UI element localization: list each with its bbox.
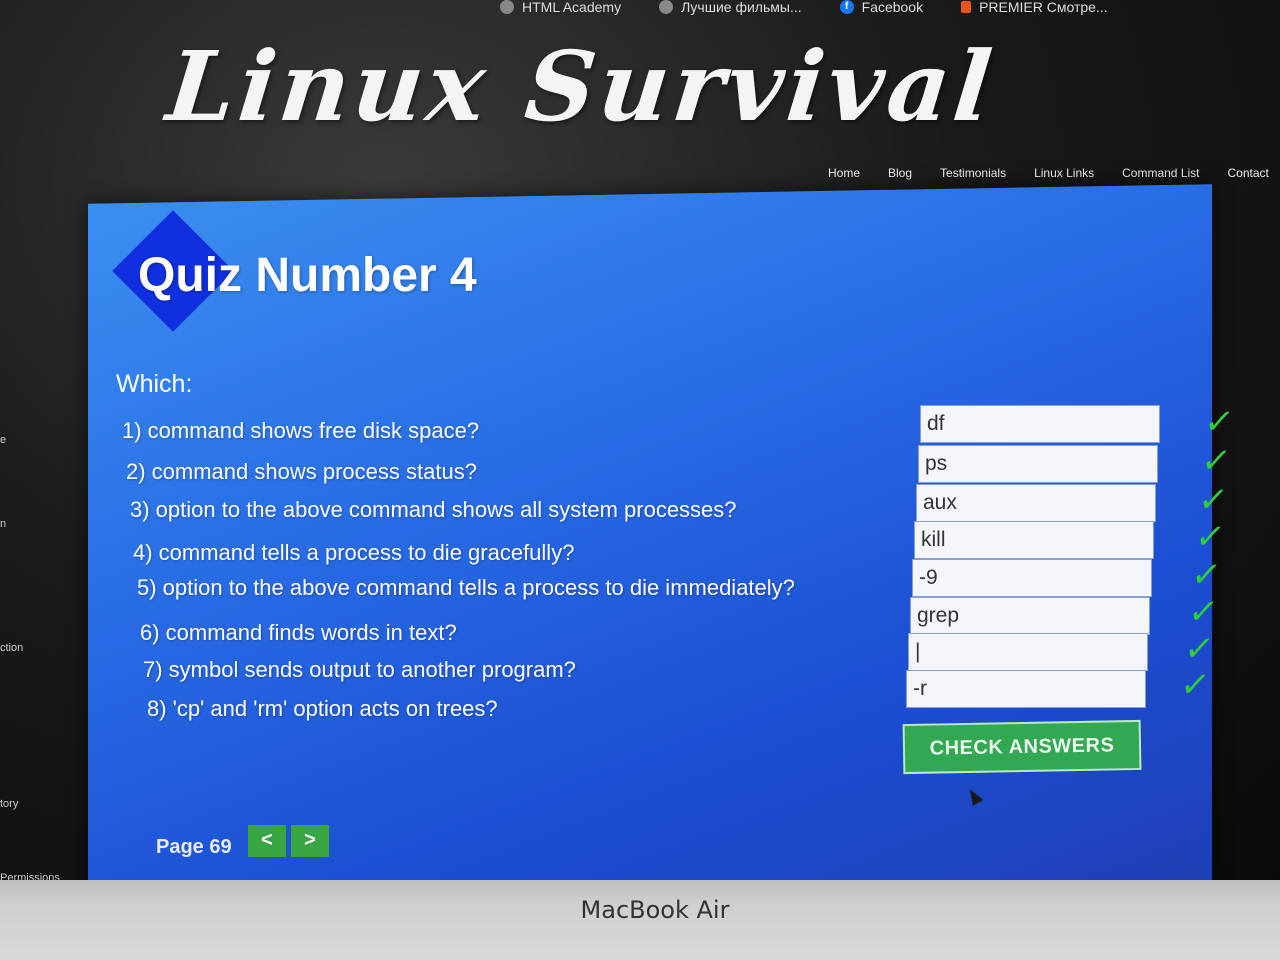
question-5: 5) option to the above command tells a p… <box>137 575 795 600</box>
answer-input-6[interactable] <box>910 597 1150 635</box>
bookmark-facebook[interactable]: f Facebook <box>839 0 924 18</box>
bookmark-label: PREMIER Смотре... <box>979 0 1108 15</box>
nav-blog[interactable]: Blog <box>888 166 912 180</box>
answer-input-3[interactable] <box>916 484 1156 522</box>
question-2: 2) command shows process status? <box>126 459 477 484</box>
next-page-button[interactable]: > <box>291 825 329 857</box>
check-mark-icon: ✓ <box>1192 517 1229 557</box>
question-4: 4) command tells a process to die gracef… <box>133 540 575 565</box>
main-nav: Home Blog Testimonials Linux Links Comma… <box>828 166 1269 180</box>
answer-input-7[interactable] <box>908 633 1148 671</box>
bookmark-label: Лучшие фильмы... <box>681 0 802 15</box>
question-3: 3) option to the above command shows all… <box>130 497 737 522</box>
site-title[interactable]: Linux Survival <box>162 30 1001 143</box>
academy-icon <box>500 0 514 14</box>
premier-icon <box>961 1 972 13</box>
bookmark-html-academy[interactable]: HTML Academy <box>500 0 621 18</box>
answer-input-1[interactable] <box>920 405 1160 443</box>
answer-input-4[interactable] <box>914 521 1154 559</box>
sidebar-item[interactable]: ction <box>0 642 23 654</box>
question-1: 1) command shows free disk space? <box>122 418 480 443</box>
facebook-icon: f <box>839 0 854 14</box>
bookmark-label: Facebook <box>861 0 924 15</box>
nav-command-list[interactable]: Command List <box>1122 166 1199 180</box>
check-mark-icon: ✓ <box>1195 480 1232 520</box>
screen: HTML Academy Лучшие фильмы... f Facebook… <box>0 0 1280 900</box>
question-6: 6) command finds words in text? <box>140 620 457 645</box>
bookmark-label: HTML Academy <box>522 0 622 15</box>
question-7: 7) symbol sends output to another progra… <box>143 657 576 682</box>
sidebar-item[interactable]: tory <box>0 798 18 810</box>
nav-testimonials[interactable]: Testimonials <box>940 166 1006 180</box>
film-icon <box>659 0 674 14</box>
check-mark-icon: ✓ <box>1201 402 1238 442</box>
answer-input-8[interactable] <box>906 670 1146 708</box>
check-mark-icon: ✓ <box>1198 441 1235 481</box>
nav-linux-links[interactable]: Linux Links <box>1034 166 1094 180</box>
question-8: 8) 'cp' and 'rm' option acts on trees? <box>147 696 498 721</box>
quiz-prompt: Which: <box>116 370 193 398</box>
check-answers-button[interactable]: CHECK ANSWERS <box>902 719 1142 775</box>
bookmarks-bar: HTML Academy Лучшие фильмы... f Facebook… <box>500 0 1108 18</box>
nav-contact[interactable]: Contact <box>1228 166 1269 180</box>
check-mark-icon: ✓ <box>1185 592 1222 632</box>
answer-input-5[interactable] <box>912 559 1152 597</box>
sidebar-item[interactable]: e <box>0 434 6 446</box>
quiz-title: Quiz Number 4 <box>138 249 477 302</box>
bookmark-premier[interactable]: PREMIER Смотре... <box>961 0 1108 18</box>
answer-input-2[interactable] <box>918 445 1158 483</box>
check-mark-icon: ✓ <box>1188 555 1225 595</box>
nav-home[interactable]: Home <box>828 166 860 180</box>
device-label: MacBook Air <box>580 896 730 924</box>
bookmark-films[interactable]: Лучшие фильмы... <box>659 0 802 18</box>
sidebar: e n ction tory Permissions <box>0 200 90 900</box>
sidebar-item[interactable]: n <box>0 518 6 530</box>
prev-page-button[interactable]: < <box>248 825 286 857</box>
page-number: Page 69 <box>156 836 232 858</box>
